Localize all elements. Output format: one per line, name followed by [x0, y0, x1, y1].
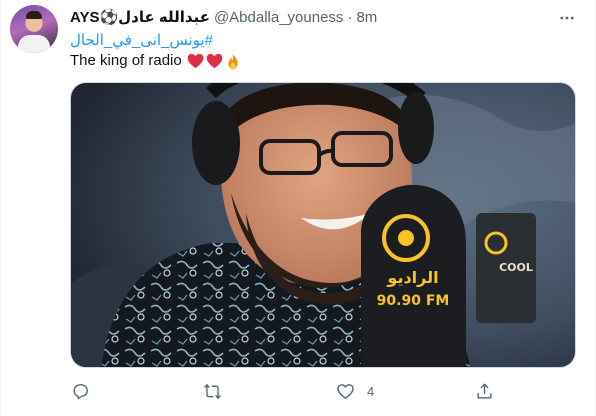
share-icon [477, 382, 492, 399]
retweet-icon [204, 383, 221, 399]
user-handle[interactable]: @Abdalla_youness [214, 9, 343, 26]
reply-button[interactable] [71, 376, 102, 406]
tweet-card[interactable]: AYS⚽️عبدالله عادل @Abdalla_youness · 8m … [0, 0, 596, 416]
tweet-text-content: The king of radio [70, 52, 182, 69]
tweet-actions-bar: 4 [61, 376, 571, 406]
headphone-left [192, 101, 240, 185]
side-sign-text: COOL [499, 261, 533, 274]
separator-dot: · [347, 8, 353, 26]
avatar-hair [26, 11, 42, 19]
share-button[interactable] [475, 376, 506, 406]
like-icon [337, 383, 354, 399]
mic-station-text: الراديو [386, 268, 438, 287]
retweet-button[interactable] [203, 376, 234, 406]
timestamp[interactable]: 8m [356, 9, 377, 26]
more-options-icon[interactable] [557, 8, 577, 28]
tweet-header: AYS⚽️عبدالله عادل @Abdalla_youness · 8m [70, 7, 377, 27]
like-count: 4 [367, 383, 375, 399]
like-button[interactable]: 4 [336, 376, 374, 406]
reply-icon [73, 383, 88, 399]
heart-icon [187, 53, 204, 69]
tweet-photo[interactable]: الراديو 90.90 FM COOL [70, 82, 576, 368]
fire-icon [225, 53, 241, 70]
tweet-text: The king of radio [70, 51, 241, 71]
photo-radio-host: الراديو 90.90 FM COOL [71, 83, 575, 367]
mic-frequency-text: 90.90 FM [377, 293, 450, 309]
avatar[interactable] [10, 5, 58, 53]
heart-icon [206, 53, 223, 69]
display-name[interactable]: AYS⚽️عبدالله عادل [70, 8, 210, 26]
avatar-shirt [18, 35, 50, 53]
hashtag-link[interactable]: #يونس_انى_في_الحال [70, 31, 213, 51]
headphone-right [398, 92, 434, 164]
